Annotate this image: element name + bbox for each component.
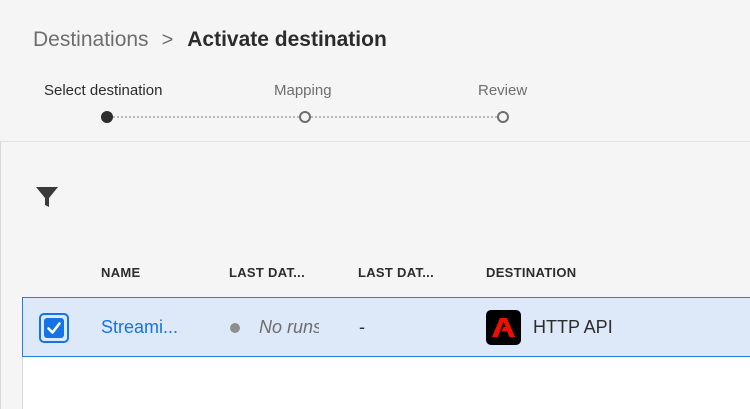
table-body-empty-area — [22, 357, 750, 409]
workflow-stepper: Select destination Mapping Review — [0, 80, 750, 130]
page-title: Activate destination — [187, 28, 387, 51]
filter-icon[interactable] — [34, 184, 60, 210]
column-header-destination[interactable]: DESTINATION — [486, 265, 576, 280]
last-dataflow-date: - — [359, 317, 365, 337]
destination-name: HTTP API — [533, 317, 613, 337]
column-header-name[interactable]: NAME — [101, 265, 140, 280]
column-header-last-dataflow-status[interactable]: LAST DAT... — [229, 265, 305, 280]
checkmark-icon — [44, 318, 64, 338]
page-header: Destinations > Activate destination Sele… — [0, 0, 750, 142]
breadcrumb: Destinations > Activate destination — [33, 28, 387, 52]
step-review-dot — [497, 111, 509, 123]
column-header-last-dataflow-date[interactable]: LAST DAT... — [358, 265, 434, 280]
status-dot-icon — [230, 323, 240, 333]
step-select-destination-label: Select destination — [44, 82, 163, 99]
step-connector-2 — [311, 116, 497, 118]
breadcrumb-destinations-link[interactable]: Destinations — [33, 28, 149, 52]
step-select-destination-dot — [101, 111, 113, 123]
breadcrumb-separator: > — [161, 29, 174, 51]
last-dataflow-status: No runs — [259, 317, 319, 337]
table-row[interactable]: Streami... No runs - HTTP API — [22, 297, 750, 357]
step-mapping-dot — [299, 111, 311, 123]
activate-destination-page: Destinations > Activate destination Sele… — [0, 0, 750, 409]
adobe-logo-icon — [486, 310, 521, 345]
row-select-checkbox[interactable] — [39, 313, 69, 343]
step-mapping-label: Mapping — [274, 82, 332, 99]
step-review-label: Review — [478, 82, 528, 99]
dataflow-name-link[interactable]: Streami... — [101, 317, 178, 338]
step-connector-1 — [113, 116, 299, 118]
table-header: NAME LAST DAT... LAST DAT... DESTINATION — [0, 262, 750, 284]
